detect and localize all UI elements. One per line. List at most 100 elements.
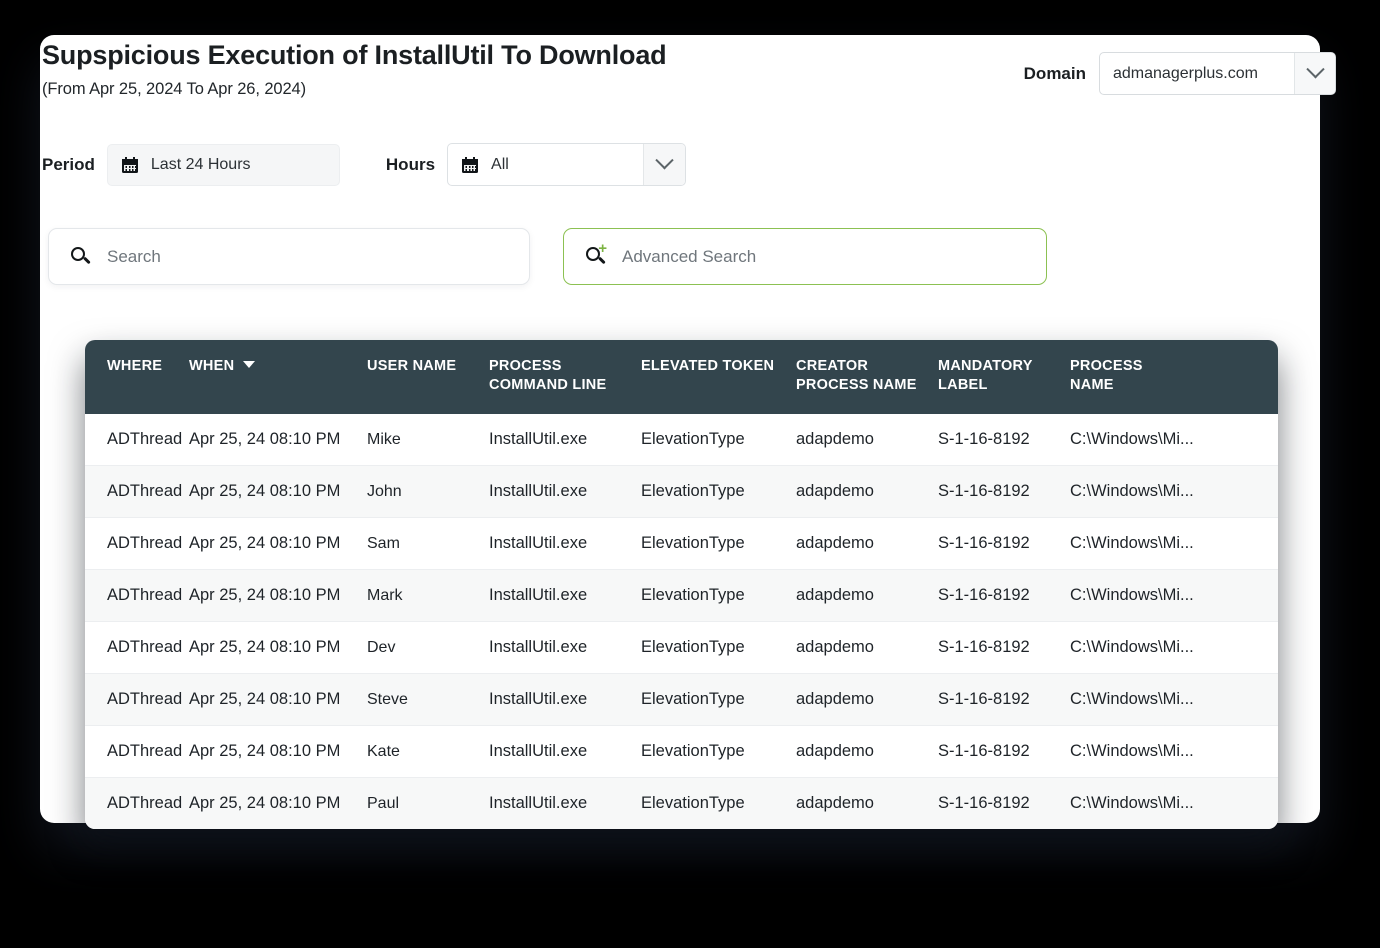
column-header-process-name-line2: NAME — [1070, 376, 1114, 395]
column-header-elevated-token[interactable]: ELEVATED TOKEN — [641, 340, 796, 414]
cell-creator-process-name: adapdemo — [796, 414, 938, 466]
events-table-element: WHERE WHEN USER NAME PROCESS COMMAND LIN… — [85, 340, 1278, 829]
cell-process-command-line: InstallUtil.exe — [489, 466, 641, 518]
cell-when: Apr 25, 24 08:10 PM — [189, 466, 367, 518]
table-row[interactable]: ADThreadApr 25, 24 08:10 PMMikeInstallUt… — [85, 414, 1278, 466]
period-field[interactable]: Last 24 Hours — [107, 144, 340, 186]
cell-where: ADThread — [85, 414, 189, 466]
page-date-range: (From Apr 25, 2024 To Apr 26, 2024) — [42, 80, 666, 99]
table-row[interactable]: ADThreadApr 25, 24 08:10 PMSteveInstallU… — [85, 674, 1278, 726]
cell-elevated-token: ElevationType — [641, 726, 796, 778]
cell-process-command-line: InstallUtil.exe — [489, 518, 641, 570]
cell-where: ADThread — [85, 570, 189, 622]
cell-process-name: C:\Windows\Mi... — [1070, 414, 1278, 466]
column-header-where-label: WHERE — [107, 357, 162, 376]
cell-creator-process-name: adapdemo — [796, 622, 938, 674]
chevron-down-icon[interactable] — [643, 144, 685, 185]
domain-filter: Domain admanagerplus.com — [1024, 38, 1336, 95]
hours-select[interactable]: All — [447, 143, 686, 186]
domain-select[interactable]: admanagerplus.com — [1099, 52, 1336, 95]
cell-creator-process-name: adapdemo — [796, 570, 938, 622]
column-header-elevated-token-label: ELEVATED TOKEN — [641, 357, 774, 376]
cell-where: ADThread — [85, 518, 189, 570]
column-header-when-label: WHEN — [189, 357, 234, 376]
table-header-row: WHERE WHEN USER NAME PROCESS COMMAND LIN… — [85, 340, 1278, 414]
cell-when: Apr 25, 24 08:10 PM — [189, 414, 367, 466]
table-row[interactable]: ADThreadApr 25, 24 08:10 PMJohnInstallUt… — [85, 466, 1278, 518]
cell-when: Apr 25, 24 08:10 PM — [189, 518, 367, 570]
column-header-process-command-line[interactable]: PROCESS COMMAND LINE — [489, 340, 641, 414]
cell-process-command-line: InstallUtil.exe — [489, 674, 641, 726]
period-label: Period — [42, 155, 95, 175]
cell-user-name: Kate — [367, 726, 489, 778]
column-header-mandatory-label-line1: MANDATORY — [938, 357, 1033, 376]
cell-process-command-line: InstallUtil.exe — [489, 414, 641, 466]
cell-user-name: John — [367, 466, 489, 518]
cell-where: ADThread — [85, 726, 189, 778]
cell-where: ADThread — [85, 778, 189, 830]
table-row[interactable]: ADThreadApr 25, 24 08:10 PMKateInstallUt… — [85, 726, 1278, 778]
cell-mandatory-label: S-1-16-8192 — [938, 414, 1070, 466]
cell-elevated-token: ElevationType — [641, 414, 796, 466]
chevron-down-icon[interactable] — [1294, 53, 1335, 94]
column-header-creator-process-name-line1: CREATOR — [796, 357, 868, 376]
cell-creator-process-name: adapdemo — [796, 466, 938, 518]
cell-process-name: C:\Windows\Mi... — [1070, 778, 1278, 830]
cell-mandatory-label: S-1-16-8192 — [938, 674, 1070, 726]
column-header-where[interactable]: WHERE — [85, 340, 189, 414]
cell-when: Apr 25, 24 08:10 PM — [189, 570, 367, 622]
domain-label: Domain — [1024, 64, 1086, 84]
column-header-when[interactable]: WHEN — [189, 340, 367, 414]
search-input[interactable]: Search — [48, 228, 530, 285]
hours-filter: Hours All — [386, 143, 686, 186]
cell-mandatory-label: S-1-16-8192 — [938, 778, 1070, 830]
cell-elevated-token: ElevationType — [641, 622, 796, 674]
cell-when: Apr 25, 24 08:10 PM — [189, 622, 367, 674]
column-header-mandatory-label-line2: LABEL — [938, 376, 988, 395]
cell-creator-process-name: adapdemo — [796, 674, 938, 726]
cell-elevated-token: ElevationType — [641, 518, 796, 570]
caret-down-icon[interactable] — [243, 361, 255, 368]
table-row[interactable]: ADThreadApr 25, 24 08:10 PMPaulInstallUt… — [85, 778, 1278, 830]
cell-mandatory-label: S-1-16-8192 — [938, 518, 1070, 570]
column-header-creator-process-name-line2: PROCESS NAME — [796, 376, 917, 395]
cell-process-name: C:\Windows\Mi... — [1070, 674, 1278, 726]
table-row[interactable]: ADThreadApr 25, 24 08:10 PMDevInstallUti… — [85, 622, 1278, 674]
hours-label: Hours — [386, 155, 435, 175]
cell-user-name: Paul — [367, 778, 489, 830]
hours-value-wrap: All — [448, 144, 643, 185]
cell-where: ADThread — [85, 674, 189, 726]
page-title: Supspicious Execution of InstallUtil To … — [42, 40, 666, 71]
cell-creator-process-name: adapdemo — [796, 726, 938, 778]
advanced-search-placeholder: Advanced Search — [622, 247, 756, 267]
events-table: WHERE WHEN USER NAME PROCESS COMMAND LIN… — [85, 340, 1278, 829]
column-header-user-name-label: USER NAME — [367, 357, 456, 376]
table-row[interactable]: ADThreadApr 25, 24 08:10 PMMarkInstallUt… — [85, 570, 1278, 622]
cell-user-name: Mike — [367, 414, 489, 466]
search-bar: Search + Advanced Search — [48, 228, 1047, 285]
hours-value: All — [491, 156, 509, 174]
search-icon — [71, 247, 91, 267]
column-header-creator-process-name[interactable]: CREATOR PROCESS NAME — [796, 340, 938, 414]
cell-where: ADThread — [85, 466, 189, 518]
cell-process-command-line: InstallUtil.exe — [489, 778, 641, 830]
title-block: Supspicious Execution of InstallUtil To … — [42, 38, 666, 99]
cell-mandatory-label: S-1-16-8192 — [938, 622, 1070, 674]
table-row[interactable]: ADThreadApr 25, 24 08:10 PMSamInstallUti… — [85, 518, 1278, 570]
cell-process-command-line: InstallUtil.exe — [489, 570, 641, 622]
column-header-user-name[interactable]: USER NAME — [367, 340, 489, 414]
table-head: WHERE WHEN USER NAME PROCESS COMMAND LIN… — [85, 340, 1278, 414]
column-header-process-command-line-line1: PROCESS — [489, 357, 562, 376]
cell-process-name: C:\Windows\Mi... — [1070, 466, 1278, 518]
column-header-mandatory-label[interactable]: MANDATORY LABEL — [938, 340, 1070, 414]
cell-where: ADThread — [85, 622, 189, 674]
column-header-process-command-line-line2: COMMAND LINE — [489, 376, 606, 395]
advanced-search-input[interactable]: + Advanced Search — [563, 228, 1047, 285]
column-header-process-name[interactable]: PROCESS NAME — [1070, 340, 1278, 414]
domain-selected-value: admanagerplus.com — [1100, 53, 1294, 94]
report-header: Supspicious Execution of InstallUtil To … — [42, 38, 1336, 99]
screen-root: Supspicious Execution of InstallUtil To … — [0, 0, 1380, 948]
cell-user-name: Steve — [367, 674, 489, 726]
cell-process-name: C:\Windows\Mi... — [1070, 518, 1278, 570]
cell-user-name: Sam — [367, 518, 489, 570]
